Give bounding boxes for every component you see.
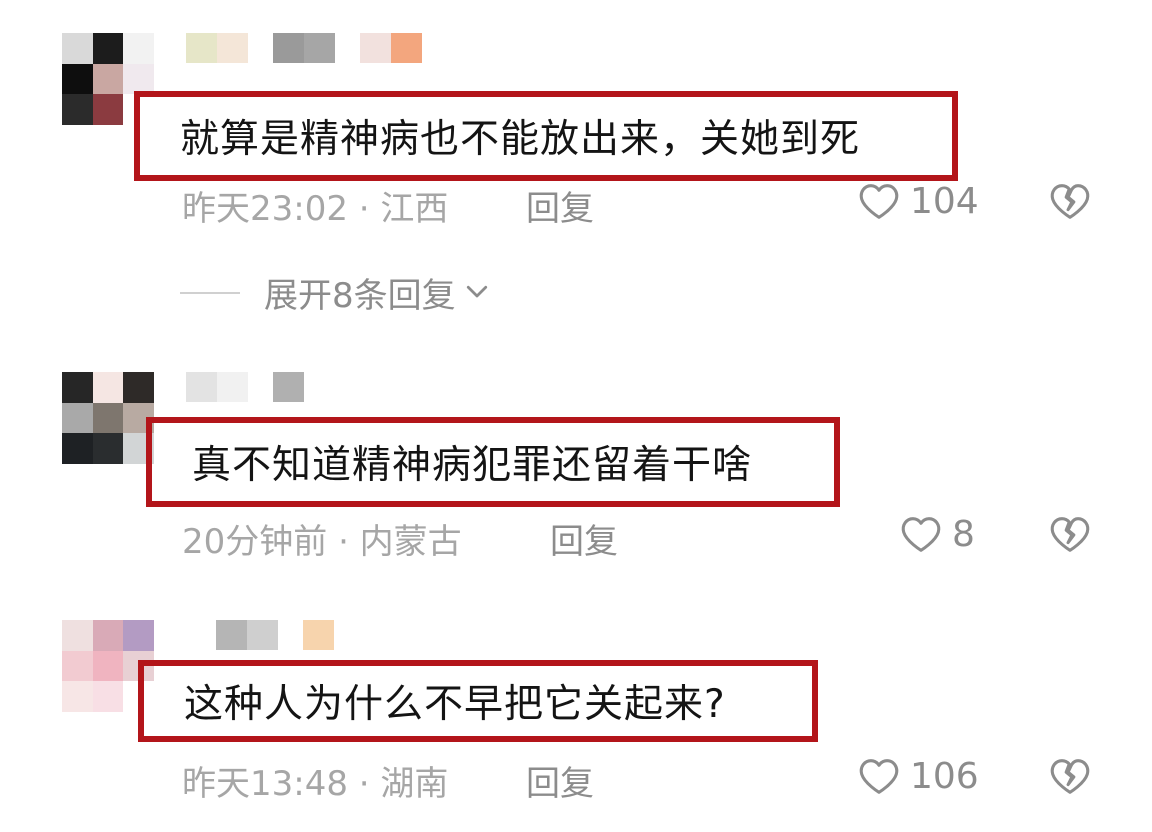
avatar-pixel — [123, 620, 154, 651]
username-blurred[interactable] — [216, 620, 334, 650]
comment-item: 这种人为什么不早把它关起来? 昨天13:48 · 湖南 回复 106 — [0, 0, 1152, 832]
heart-outline-icon — [856, 753, 902, 799]
comment-text-box: 这种人为什么不早把它关起来? — [138, 660, 818, 742]
username-pixel — [247, 620, 278, 650]
username-gap — [278, 620, 303, 650]
avatar-pixel — [62, 620, 93, 651]
avatar-pixel — [92, 620, 124, 651]
like-count: 106 — [910, 755, 979, 797]
dislike-button[interactable] — [1047, 753, 1093, 803]
comment-text: 这种人为什么不早把它关起来? — [184, 682, 726, 727]
comment-time-location: 昨天13:48 · 湖南 — [182, 764, 449, 804]
reply-button[interactable]: 回复 — [526, 756, 594, 805]
avatar-pixel — [92, 681, 124, 712]
avatar-pixel — [92, 650, 124, 682]
username-pixel — [303, 620, 334, 650]
broken-heart-icon — [1047, 759, 1093, 803]
avatar-pixel — [62, 681, 93, 712]
avatar-pixel — [62, 650, 93, 682]
username-pixel — [216, 620, 247, 650]
like-button[interactable]: 106 — [856, 753, 979, 799]
